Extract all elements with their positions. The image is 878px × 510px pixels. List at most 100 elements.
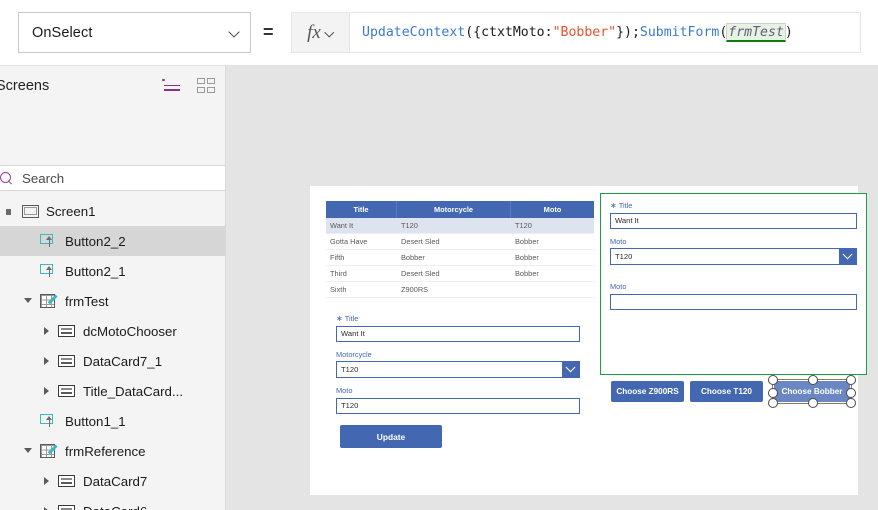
tree-view-icon[interactable] bbox=[161, 78, 180, 93]
field-label-text: Title bbox=[618, 201, 633, 210]
table-row[interactable]: Gotta Have Desert Sled Bobber bbox=[326, 234, 594, 250]
table-row[interactable]: Fifth Bobber Bobber bbox=[326, 250, 594, 266]
equals-sign: = bbox=[263, 22, 274, 42]
table-cell: Bobber bbox=[515, 269, 539, 278]
table-cell: T120 bbox=[401, 221, 418, 230]
selection-handles bbox=[768, 375, 856, 408]
form-field: ∗ Title Want It bbox=[610, 201, 857, 229]
resize-handle-ne[interactable] bbox=[846, 375, 856, 385]
table-row[interactable]: Third Desert Sled Bobber bbox=[326, 266, 594, 282]
table-cell: Bobber bbox=[401, 253, 425, 262]
field-label: Moto bbox=[336, 386, 580, 395]
reference-form[interactable]: ∗ Title Want It Motorcycle T120 Moto T12… bbox=[336, 314, 580, 422]
tree-search-input[interactable]: Search bbox=[0, 165, 225, 191]
table-row[interactable]: Want It T120 T120 bbox=[326, 218, 594, 234]
chevron-down-icon[interactable] bbox=[839, 249, 856, 264]
motorcycle-dropdown[interactable]: T120 bbox=[336, 361, 580, 378]
resize-handle-sw[interactable] bbox=[768, 398, 778, 408]
tree-twisty-icon[interactable] bbox=[22, 295, 35, 308]
tree-item-frmreference[interactable]: frmReference bbox=[0, 436, 225, 466]
form-field: Moto T120 bbox=[336, 386, 580, 414]
tree-twisty-icon[interactable] bbox=[4, 205, 17, 218]
property-select-dropdown[interactable]: OnSelect bbox=[18, 12, 251, 53]
tree-item-button1-1[interactable]: Button1_1 bbox=[0, 406, 225, 436]
tree-view-mode-buttons bbox=[161, 78, 215, 93]
tree-item-frmtest[interactable]: frmTest bbox=[0, 286, 225, 316]
tree-panel-header: Screens bbox=[0, 72, 225, 104]
chevron-down-icon[interactable] bbox=[562, 362, 579, 377]
canvas-backdrop: Title Motorcycle Moto Want It T120 T120 Got… bbox=[226, 66, 878, 510]
title-text-input[interactable]: Want It bbox=[336, 325, 580, 342]
tree-item-datacard7-1[interactable]: DataCard7_1 bbox=[0, 346, 225, 376]
thumbnail-view-icon[interactable] bbox=[197, 78, 215, 93]
tree-item-datacard7[interactable]: DataCard7 bbox=[0, 466, 225, 496]
tree-item-label: Button2_1 bbox=[65, 263, 126, 279]
resize-handle-n[interactable] bbox=[808, 375, 818, 385]
resize-handle-nw[interactable] bbox=[768, 375, 778, 385]
tree-twisty-icon[interactable] bbox=[40, 505, 53, 510]
resize-handle-e[interactable] bbox=[846, 387, 856, 398]
title-text-input[interactable]: Want It bbox=[610, 212, 857, 229]
field-label-text: Motorcycle bbox=[336, 349, 372, 359]
formula-token-str: "Bobber" bbox=[552, 25, 617, 40]
datacard-icon bbox=[58, 324, 76, 338]
choose-z900rs-button[interactable]: Choose Z900RS bbox=[611, 381, 684, 402]
search-icon bbox=[0, 171, 13, 185]
moto-dropdown[interactable]: T120 bbox=[610, 248, 857, 265]
tree-twisty-icon[interactable] bbox=[40, 385, 53, 398]
field-label: Moto bbox=[610, 237, 857, 246]
formula-token-ident: frmTest bbox=[726, 23, 786, 42]
tree-item-dcmotochooser[interactable]: dcMotoChooser bbox=[0, 316, 225, 346]
required-asterisk-icon: ∗ bbox=[336, 313, 343, 323]
test-form-selected[interactable]: ∗ Title Want It Moto T120 Moto bbox=[600, 193, 867, 375]
formula-bar: OnSelect = fx UpdateContext({ctxtMoto:"B… bbox=[0, 0, 878, 66]
form-icon bbox=[40, 443, 58, 459]
field-label-text: Moto bbox=[336, 386, 353, 395]
screen-icon bbox=[22, 204, 39, 218]
tree-item-button2-2[interactable]: Button2_2 bbox=[0, 226, 225, 256]
resize-handle-s[interactable] bbox=[808, 398, 818, 408]
tree-item-button2-1[interactable]: Button2_1 bbox=[0, 256, 225, 286]
table-row[interactable]: Sixth Z900RS bbox=[326, 282, 594, 298]
tree-twisty-icon[interactable] bbox=[40, 355, 53, 368]
field-label: ∗ Title bbox=[610, 201, 857, 210]
tree-item-label: Button2_2 bbox=[65, 233, 126, 249]
table-cell: Desert Sled bbox=[401, 237, 440, 246]
table-body: Want It T120 T120 Gotta Have Desert Sled Bobb… bbox=[326, 218, 594, 298]
table-header-row: Title Motorcycle Moto bbox=[326, 201, 594, 218]
update-button[interactable]: Update bbox=[340, 425, 442, 448]
tree-twisty-icon[interactable] bbox=[40, 475, 53, 488]
resize-handle-se[interactable] bbox=[846, 398, 856, 408]
datacard-icon bbox=[58, 474, 76, 488]
form-icon bbox=[40, 293, 58, 309]
app-screen-canvas[interactable]: Title Motorcycle Moto Want It T120 T120 Got… bbox=[310, 186, 867, 495]
form-field: Moto T120 bbox=[610, 237, 857, 265]
tree-panel-title: Screens bbox=[0, 78, 50, 94]
tree-view-panel: Screens Search Screen1 Button2_2 Button2_1… bbox=[0, 66, 226, 510]
field-label: Moto bbox=[610, 282, 857, 291]
tree-twisty-icon[interactable] bbox=[40, 325, 53, 338]
tree-item-label: Screen1 bbox=[46, 203, 96, 219]
formula-token-plain: ) bbox=[784, 25, 793, 40]
table-cell: Third bbox=[330, 269, 347, 278]
table-column-header: Moto bbox=[543, 205, 562, 214]
choose-t120-button[interactable]: Choose T120 bbox=[690, 381, 763, 402]
data-table[interactable]: Title Motorcycle Moto Want It T120 T120 Got… bbox=[326, 201, 594, 298]
fx-button[interactable]: fx bbox=[291, 12, 349, 53]
moto-text-input[interactable] bbox=[610, 293, 857, 310]
moto-text-input[interactable]: T120 bbox=[336, 397, 580, 414]
tree-item-datacard6[interactable]: DataCard6 bbox=[0, 496, 225, 510]
tree-item-screen1[interactable]: Screen1 bbox=[0, 196, 225, 226]
table-cell: Gotta Have bbox=[330, 237, 368, 246]
table-cell: Bobber bbox=[515, 237, 539, 246]
tree-twisty-icon[interactable] bbox=[22, 445, 35, 458]
chevron-down-icon bbox=[325, 28, 334, 37]
table-column-header: Motorcycle bbox=[397, 201, 511, 218]
formula-input[interactable]: UpdateContext({ctxtMoto:"Bobber"});Submi… bbox=[349, 12, 861, 53]
datacard-icon bbox=[58, 384, 76, 398]
table-cell: Want It bbox=[330, 221, 354, 230]
tree-item-label: DataCard7_1 bbox=[83, 353, 163, 369]
resize-handle-w[interactable] bbox=[768, 387, 778, 398]
field-label-text: Title bbox=[344, 314, 359, 323]
tree-item-title-datacard[interactable]: Title_DataCard... bbox=[0, 376, 225, 406]
